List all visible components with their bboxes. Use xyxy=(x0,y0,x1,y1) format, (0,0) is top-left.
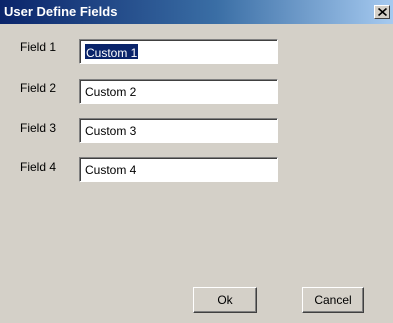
close-icon xyxy=(378,8,387,16)
window-title: User Define Fields xyxy=(4,4,118,19)
cancel-button[interactable]: Cancel xyxy=(302,287,364,313)
title-bar[interactable]: User Define Fields xyxy=(0,0,393,24)
field-1-selection: Custom 1 xyxy=(85,44,139,60)
field-3-input[interactable] xyxy=(79,118,278,143)
user-define-fields-dialog: User Define Fields Field 1 Custom 1 Fiel… xyxy=(0,0,393,323)
field-3-label: Field 3 xyxy=(20,121,57,135)
close-button[interactable] xyxy=(374,5,390,19)
ok-button[interactable]: Ok xyxy=(193,287,257,313)
field-4-input[interactable] xyxy=(79,157,278,182)
field-2-input[interactable] xyxy=(79,79,278,104)
field-4-label: Field 4 xyxy=(20,160,57,174)
field-2-label: Field 2 xyxy=(20,81,57,95)
field-1-label: Field 1 xyxy=(20,40,57,54)
